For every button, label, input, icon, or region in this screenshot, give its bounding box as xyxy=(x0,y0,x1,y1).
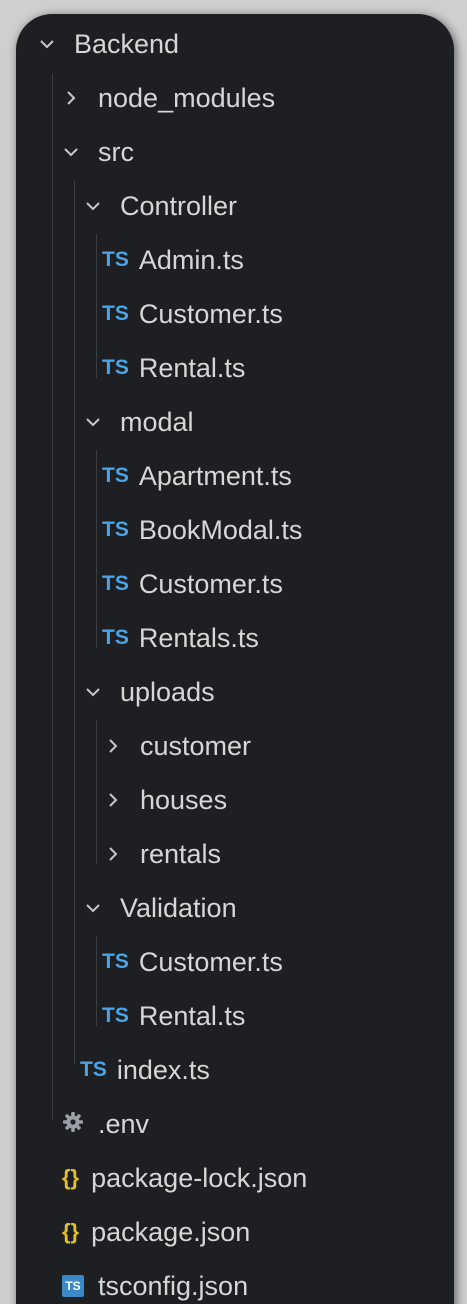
tree-file-rentals-ts[interactable]: TS Rentals.ts xyxy=(102,615,259,661)
file-explorer-panel: Backend node_modules src Controller TS A… xyxy=(16,14,454,1304)
gear-icon xyxy=(62,1109,84,1140)
chevron-right-icon xyxy=(104,737,130,755)
file-label: Customer.ts xyxy=(138,568,283,599)
file-label: BookModal.ts xyxy=(138,514,303,545)
tree-folder-node-modules[interactable]: node_modules xyxy=(62,75,275,121)
chevron-right-icon xyxy=(62,89,88,107)
typescript-icon: TS xyxy=(102,626,129,649)
file-label: Admin.ts xyxy=(138,244,244,275)
tree-file-customer-ts[interactable]: TS Customer.ts xyxy=(102,291,283,337)
file-label: Apartment.ts xyxy=(138,460,292,491)
typescript-icon: TS xyxy=(102,1004,129,1027)
chevron-right-icon xyxy=(104,791,130,809)
file-label: index.ts xyxy=(116,1054,210,1085)
tree-file-rental-ts[interactable]: TS Rental.ts xyxy=(102,993,245,1039)
tree-folder-modal[interactable]: modal xyxy=(84,399,194,445)
tree-folder-customer[interactable]: customer xyxy=(104,723,251,769)
folder-label: customer xyxy=(140,730,252,761)
folder-label: Controller xyxy=(120,190,238,221)
typescript-icon: TS xyxy=(102,518,129,541)
tree-folder-houses[interactable]: houses xyxy=(104,777,227,823)
file-label: package-lock.json xyxy=(91,1162,308,1193)
typescript-icon: TS xyxy=(80,1058,107,1081)
tree-file-package-json[interactable]: {} package.json xyxy=(62,1209,250,1255)
tree-folder-src[interactable]: src xyxy=(62,129,134,175)
tree-file-admin-ts[interactable]: TS Admin.ts xyxy=(102,237,244,283)
file-label: Rental.ts xyxy=(138,1000,246,1031)
tree-folder-uploads[interactable]: uploads xyxy=(84,669,215,715)
file-label: tsconfig.json xyxy=(98,1270,249,1301)
tree-folder-rentals[interactable]: rentals xyxy=(104,831,221,877)
chevron-down-icon xyxy=(84,413,110,431)
tree-file-customer-ts[interactable]: TS Customer.ts xyxy=(102,939,283,985)
folder-label: uploads xyxy=(120,676,215,707)
file-label: Rental.ts xyxy=(138,352,246,383)
typescript-icon: TS xyxy=(102,572,129,595)
typescript-icon: TS xyxy=(102,464,129,487)
typescript-icon: TS xyxy=(102,248,129,271)
file-label: .env xyxy=(98,1108,150,1139)
folder-label: rentals xyxy=(140,838,222,869)
indent-guide xyxy=(96,450,97,648)
tree-folder-backend[interactable]: Backend xyxy=(38,21,179,67)
folder-label: Backend xyxy=(74,28,180,59)
tree-file-env[interactable]: .env xyxy=(62,1101,149,1147)
folder-label: node_modules xyxy=(98,82,276,113)
indent-guide xyxy=(96,234,97,378)
tree-file-bookmodal-ts[interactable]: TS BookModal.ts xyxy=(102,507,302,553)
folder-label: src xyxy=(98,136,134,167)
file-label: Customer.ts xyxy=(138,946,283,977)
file-label: package.json xyxy=(91,1216,251,1247)
tree-file-tsconfig-json[interactable]: TS tsconfig.json xyxy=(62,1263,248,1304)
chevron-right-icon xyxy=(104,845,130,863)
json-icon: {} xyxy=(62,1165,80,1190)
indent-guide xyxy=(52,74,53,1120)
tree-file-customer-ts[interactable]: TS Customer.ts xyxy=(102,561,283,607)
indent-guide xyxy=(96,720,97,864)
file-tree: Backend node_modules src Controller TS A… xyxy=(16,14,454,1304)
typescript-icon: TS xyxy=(102,302,129,325)
indent-guide xyxy=(74,180,75,1064)
file-label: Customer.ts xyxy=(138,298,283,329)
json-icon: {} xyxy=(62,1219,80,1244)
chevron-down-icon xyxy=(84,197,110,215)
chevron-down-icon xyxy=(38,35,64,53)
tree-folder-validation[interactable]: Validation xyxy=(84,885,237,931)
typescript-icon: TS xyxy=(102,356,129,379)
chevron-down-icon xyxy=(62,143,88,161)
chevron-down-icon xyxy=(84,683,110,701)
indent-guide xyxy=(96,936,97,1026)
tree-file-rental-ts[interactable]: TS Rental.ts xyxy=(102,345,245,391)
folder-label: modal xyxy=(120,406,194,437)
chevron-down-icon xyxy=(84,899,110,917)
folder-label: houses xyxy=(140,784,228,815)
typescript-icon: TS xyxy=(102,950,129,973)
tsconfig-icon: TS xyxy=(62,1275,84,1297)
tree-file-index-ts[interactable]: TS index.ts xyxy=(80,1047,210,1093)
tree-file-apartment-ts[interactable]: TS Apartment.ts xyxy=(102,453,292,499)
folder-label: Validation xyxy=(120,892,237,923)
file-label: Rentals.ts xyxy=(138,622,259,653)
tree-file-package-lock-json[interactable]: {} package-lock.json xyxy=(62,1155,307,1201)
tree-folder-controller[interactable]: Controller xyxy=(84,183,237,229)
